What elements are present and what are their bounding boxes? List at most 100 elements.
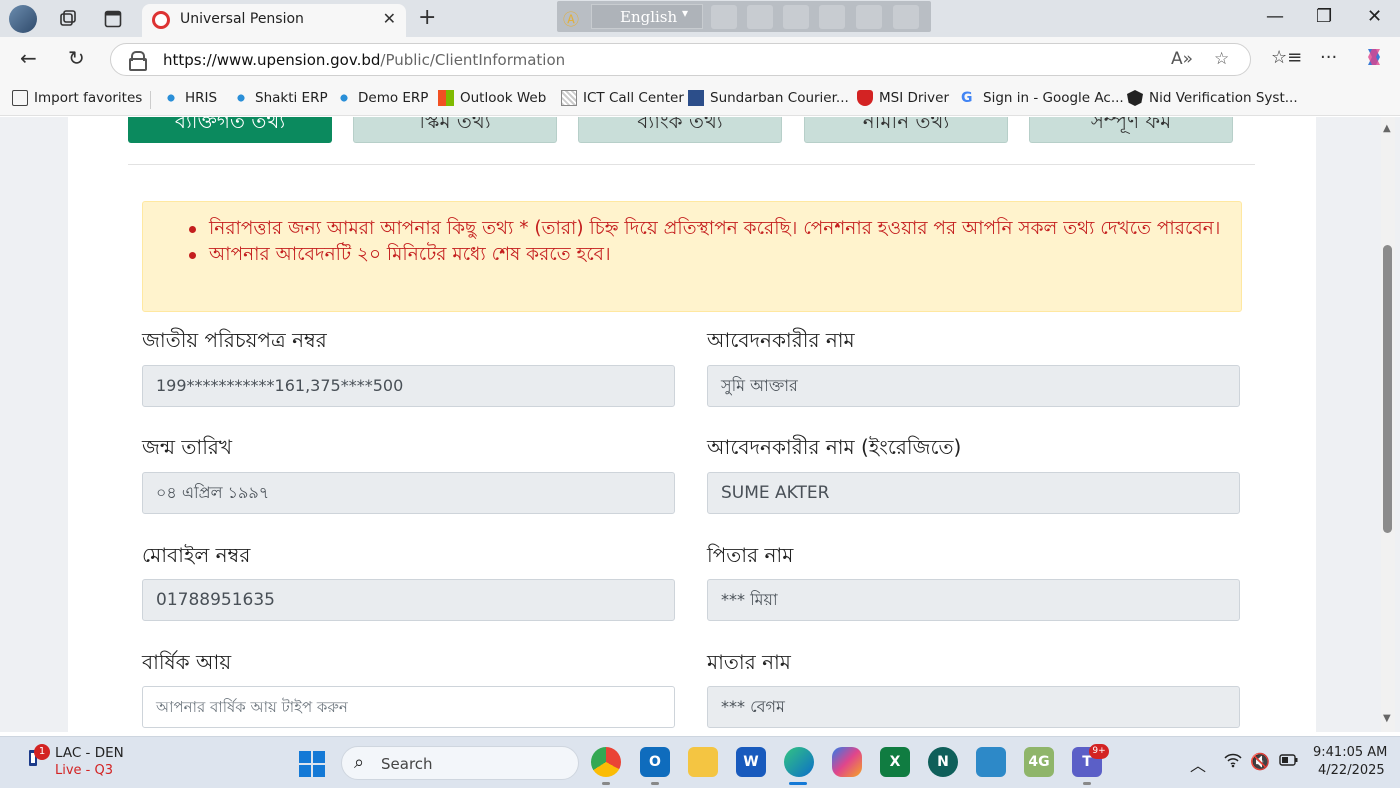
microsoft-icon xyxy=(438,90,454,106)
volume-muted-icon[interactable]: 🔇 xyxy=(1250,752,1270,771)
address-bar[interactable]: https://www.upension.gov.bd/Public/Clien… xyxy=(110,43,1251,76)
demo-erp-icon xyxy=(336,90,352,106)
windows-start-icon[interactable] xyxy=(299,751,325,777)
bookmark-hris[interactable]: HRIS xyxy=(163,90,217,106)
wifi-icon[interactable] xyxy=(1223,752,1243,772)
bookmark-msi-driver[interactable]: MSI Driver xyxy=(857,90,949,106)
notice-item: নিরাপত্তার জন্য আমরা আপনার কিছু তথ্য * (… xyxy=(189,216,1225,242)
scroll-down-icon[interactable]: ▼ xyxy=(1383,713,1391,724)
applicant-name-field[interactable]: সুমি আক্তার xyxy=(707,365,1240,407)
security-notice: নিরাপত্তার জন্য আমরা আপনার কিছু তথ্য * (… xyxy=(142,201,1242,312)
ime-hand-icon[interactable] xyxy=(747,5,773,29)
widget-subtitle[interactable]: Live - Q3 xyxy=(55,763,113,778)
outlook-icon[interactable]: O xyxy=(640,747,670,777)
close-tab-icon[interactable]: ✕ xyxy=(383,9,396,28)
ime-language-select[interactable]: English ▾ xyxy=(591,4,703,29)
app-4g-icon[interactable]: 4G xyxy=(1024,747,1054,777)
clock-time[interactable]: 9:41:05 AM xyxy=(1313,745,1387,760)
favorites-icon[interactable]: ☆≡ xyxy=(1271,47,1302,68)
bookmark-import-favorites[interactable]: Import favorites xyxy=(12,90,142,106)
ime-close-icon[interactable] xyxy=(893,5,919,29)
bookmark-label: Demo ERP xyxy=(358,90,429,106)
step-scheme-info[interactable]: স্কিম তথ্য xyxy=(353,117,557,143)
bookmark-nid-verification[interactable]: Nid Verification Syst... xyxy=(1127,90,1298,106)
step-label: নমিনি তথ্য xyxy=(862,117,950,133)
taskbar-search[interactable]: ⌕ Search xyxy=(341,746,579,780)
word-icon[interactable]: W xyxy=(736,747,766,777)
bookmarks-bar: Import favorites HRIS Shakti ERP Demo ER… xyxy=(0,82,1400,116)
address-row: ← ↻ https://www.upension.gov.bd/Public/C… xyxy=(0,37,1400,82)
more-options-icon[interactable]: ··· xyxy=(1320,47,1337,68)
favorite-star-icon[interactable]: ☆ xyxy=(1214,49,1229,69)
workspaces-icon[interactable] xyxy=(56,7,80,31)
step-label: ব্যক্তিগত তথ্য xyxy=(174,117,286,133)
minimize-icon[interactable]: — xyxy=(1266,6,1284,27)
excel-icon[interactable]: X xyxy=(880,747,910,777)
google-icon: G xyxy=(961,90,973,106)
hris-icon xyxy=(163,90,179,106)
search-icon: ⌕ xyxy=(354,752,365,773)
step-nominee-info[interactable]: নমিনি তথ্য xyxy=(804,117,1008,143)
step-bank-info[interactable]: ব্যাংক তথ্য xyxy=(578,117,782,143)
ime-help-icon[interactable] xyxy=(856,5,882,29)
profile-avatar[interactable] xyxy=(9,5,37,33)
clock-date[interactable]: 4/22/2025 xyxy=(1318,763,1385,778)
mobile-field[interactable]: 01788951635 xyxy=(142,579,675,621)
tab-universal-pension[interactable]: Universal Pension ✕ xyxy=(142,4,406,37)
show-hidden-icons-icon[interactable]: ︿ xyxy=(1190,752,1206,776)
bookmark-google-sign-in[interactable]: G Sign in - Google Ac... xyxy=(961,90,1124,106)
vertical-tabs-icon[interactable] xyxy=(101,7,125,31)
remote-desktop-icon[interactable] xyxy=(976,747,1006,777)
edge-icon[interactable] xyxy=(784,747,814,777)
taskbar: 1 LAC - DEN Live - Q3 ⌕ Search O W X N 4… xyxy=(0,736,1400,788)
page-scrollbar[interactable]: ▲ ▼ xyxy=(1381,117,1395,732)
mother-name-field[interactable]: *** বেগম xyxy=(707,686,1240,728)
ime-settings-icon[interactable] xyxy=(783,5,809,29)
dob-field[interactable]: ০৪ এপ্রিল ১৯৯৭ xyxy=(142,472,675,514)
copilot-icon[interactable] xyxy=(1362,45,1386,74)
chrome-icon[interactable] xyxy=(591,747,621,777)
scrollbar-thumb[interactable] xyxy=(1383,245,1392,533)
file-explorer-icon[interactable] xyxy=(688,747,718,777)
notification-badge: 1 xyxy=(34,744,50,760)
nid-field[interactable]: 199***********161,375****500 xyxy=(142,365,675,407)
chrome-running-indicator xyxy=(602,782,610,785)
annual-income-label: বার্ষিক আয় xyxy=(142,650,232,674)
ime-minimize-icon[interactable] xyxy=(711,5,737,29)
sundarban-courier-icon xyxy=(688,90,704,106)
restore-icon[interactable]: ❐ xyxy=(1316,6,1332,27)
notice-item: আপনার আবেদনটি ২০ মিনিটের মধ্যে শেষ করতে … xyxy=(189,242,1225,268)
app-n-icon[interactable]: N xyxy=(928,747,958,777)
step-complete-form[interactable]: সম্পূর্ণ ফর্ম xyxy=(1029,117,1233,143)
battery-icon[interactable] xyxy=(1279,752,1299,771)
bookmark-outlook-web[interactable]: Outlook Web xyxy=(438,90,546,106)
scroll-up-icon[interactable]: ▲ xyxy=(1383,123,1391,134)
msi-shield-icon xyxy=(857,90,873,106)
mobile-label: মোবাইল নম্বর xyxy=(142,543,251,567)
bookmark-sundarban-courier[interactable]: Sundarban Courier... xyxy=(688,90,849,106)
shakti-erp-icon xyxy=(233,90,249,106)
teams-running-indicator xyxy=(1083,782,1091,785)
bookmark-shakti-erp[interactable]: Shakti ERP xyxy=(233,90,328,106)
read-aloud-icon[interactable]: A» xyxy=(1171,49,1193,69)
close-window-icon[interactable]: ✕ xyxy=(1367,6,1382,27)
bookmark-ict-call-center[interactable]: ICT Call Center xyxy=(561,90,684,106)
new-tab-icon[interactable]: + xyxy=(418,5,436,30)
copilot-app-icon[interactable] xyxy=(832,747,862,777)
refresh-icon[interactable]: ↻ xyxy=(68,46,85,70)
ime-refresh-icon[interactable] xyxy=(819,5,845,29)
tab-title: Universal Pension xyxy=(180,11,304,27)
father-name-field[interactable]: *** মিয়া xyxy=(707,579,1240,621)
url-text[interactable]: https://www.upension.gov.bd/Public/Clien… xyxy=(163,51,565,69)
applicant-name-en-field[interactable]: SUME AKTER xyxy=(707,472,1240,514)
step-personal-info[interactable]: ব্যক্তিগত তথ্য xyxy=(128,117,332,143)
bookmark-demo-erp[interactable]: Demo ERP xyxy=(336,90,428,106)
back-icon[interactable]: ← xyxy=(20,46,37,70)
bookmark-label: Shakti ERP xyxy=(255,90,328,106)
annual-income-input[interactable]: আপনার বার্ষিক আয় টাইপ করুন xyxy=(142,686,675,728)
lock-icon[interactable] xyxy=(129,51,147,71)
nid-label: জাতীয় পরিচয়পত্র নম্বর xyxy=(142,328,327,352)
bookmark-label: MSI Driver xyxy=(879,90,950,106)
bookmark-label: HRIS xyxy=(185,90,218,106)
widget-title[interactable]: LAC - DEN xyxy=(55,745,124,761)
